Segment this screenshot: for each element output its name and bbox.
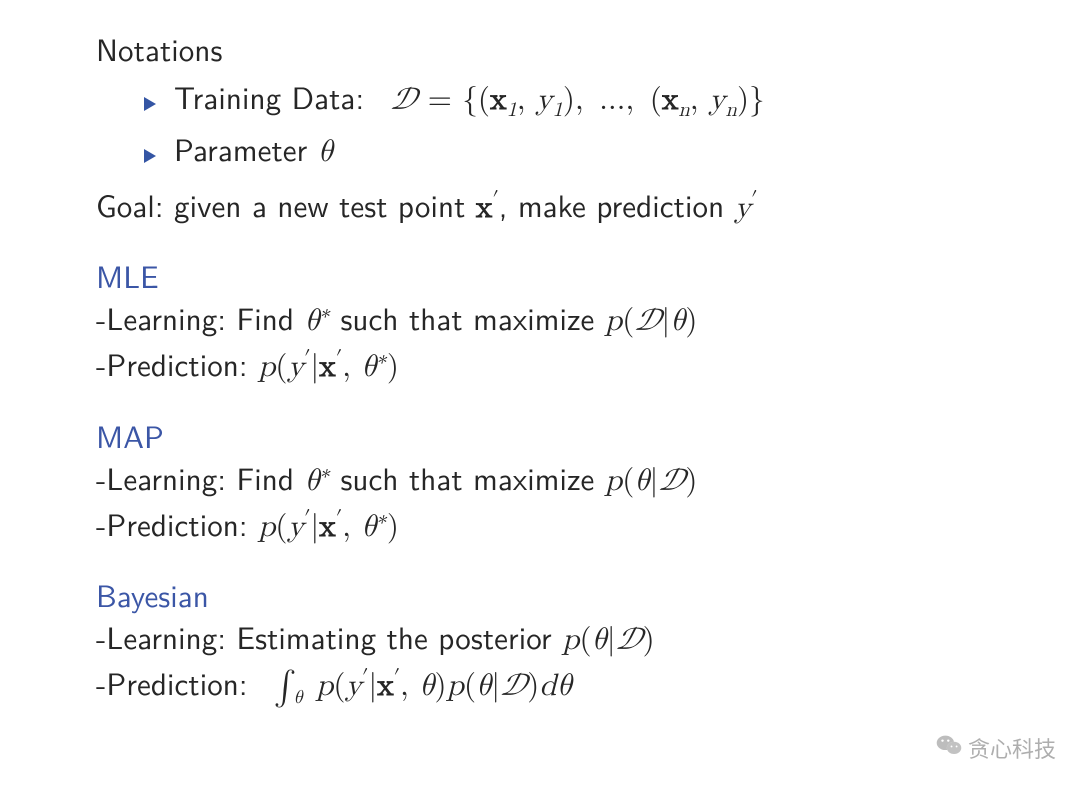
training-data-line: Training Data: 𝒟 = {(x1, y1), ..., (xn, …: [174, 76, 765, 122]
bayesian-learning: -Learning: Estimating the posterior p(θ|…: [96, 616, 984, 662]
mle-prediction: -Prediction: p(y′|x′, θ∗): [96, 343, 984, 389]
mle-heading: MLE: [96, 255, 984, 297]
bayesian-heading: Bayesian: [96, 574, 984, 616]
map-heading: MAP: [96, 415, 984, 457]
triangle-bullet-icon: [144, 97, 156, 111]
mle-learning: -Learning: Find θ∗ such that maximize p(…: [96, 297, 984, 343]
parameter-line: Parameter θ: [174, 128, 333, 174]
triangle-bullet-icon: [144, 149, 156, 163]
list-item: Parameter θ: [144, 128, 984, 174]
map-learning: -Learning: Find θ∗ such that maximize p(…: [96, 457, 984, 503]
watermark: 贪心科技: [936, 732, 1056, 764]
goal-line: Goal: given a new test point x′, make pr…: [96, 184, 984, 230]
bayesian-prediction: -Prediction: ∫θ p(y′|x′, θ)p(θ|𝒟)dθ: [96, 662, 984, 708]
wechat-icon: [936, 734, 962, 762]
map-prediction: -Prediction: p(y′|x′, θ∗): [96, 503, 984, 549]
list-item: Training Data: 𝒟 = {(x1, y1), ..., (xn, …: [144, 76, 984, 122]
watermark-text: 贪心科技: [968, 732, 1056, 764]
slide-content: Notations Training Data: 𝒟 = {(x1, y1), …: [0, 0, 1080, 728]
notations-heading: Notations: [96, 28, 984, 70]
notations-list: Training Data: 𝒟 = {(x1, y1), ..., (xn, …: [96, 76, 984, 174]
